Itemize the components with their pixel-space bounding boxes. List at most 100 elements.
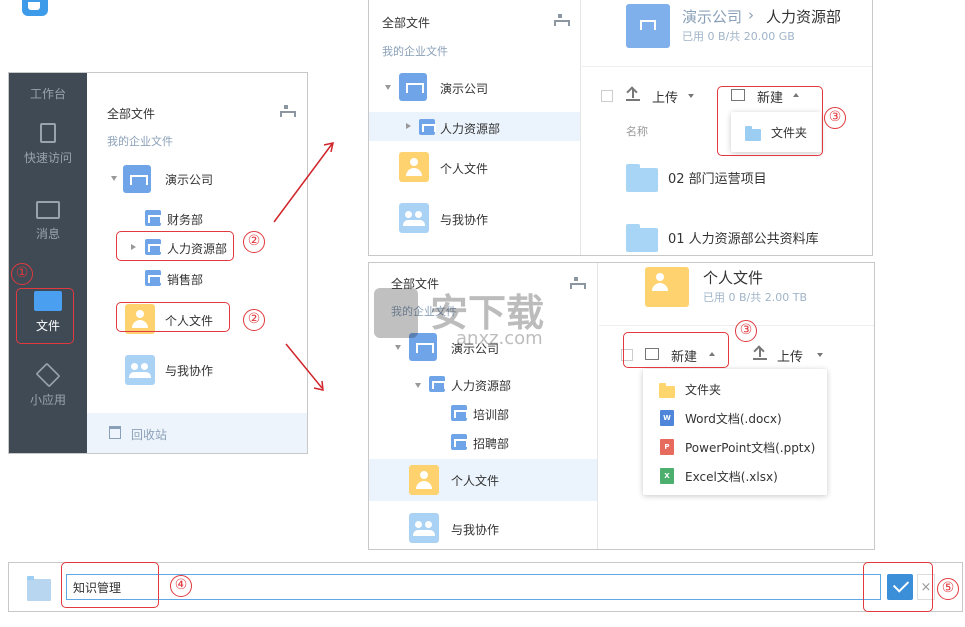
org-tree-icon[interactable] — [279, 105, 296, 117]
tree-item-recruit[interactable]: 招聘部 — [473, 435, 509, 452]
dept-icon — [419, 119, 436, 135]
step-2-badge: ② — [243, 231, 265, 253]
new-dropdown: 文件夹 W Word文档(.docx) P PowerPoint文档(.pptx… — [643, 369, 827, 495]
tree-item-sales[interactable]: 销售部 — [167, 271, 203, 288]
file-row[interactable]: 01 人力资源部公共资料库 — [626, 220, 866, 252]
upload-label: 上传 — [652, 91, 679, 106]
tree-item-personal[interactable]: 个人文件 — [440, 160, 488, 177]
highlight-box — [863, 562, 933, 612]
tree-item-company[interactable]: 演示公司 — [165, 171, 213, 188]
upload-icon — [753, 346, 767, 360]
breadcrumb-current: 人力资源部 — [766, 8, 842, 26]
message-icon — [36, 201, 60, 219]
dept-icon — [451, 434, 468, 450]
file-name: 01 人力资源部公共资料库 — [668, 232, 819, 247]
my-enterprise-label: 我的企业文件 — [382, 45, 448, 58]
menu-item-powerpoint[interactable]: P PowerPoint文档(.pptx) — [643, 433, 827, 461]
highlight-box — [116, 302, 230, 332]
upload-button[interactable]: 上传 — [626, 84, 706, 106]
personal-files-icon — [409, 465, 439, 495]
collapse-arrow-icon[interactable] — [385, 85, 391, 90]
excel-icon: X — [660, 468, 674, 484]
org-tree-icon[interactable] — [553, 14, 570, 26]
panel-sidebar-tree: 工作台 快速访问 消息 文件 小应用 全部文件 我的企业文件 演示公司 财务部 … — [8, 72, 308, 454]
step-3-badge: ③ — [824, 107, 846, 129]
collapse-arrow-icon[interactable] — [111, 176, 117, 181]
quick-access-icon — [40, 123, 56, 143]
sidebar-item-apps[interactable]: 小应用 — [9, 362, 87, 408]
menu-item-label: 文件夹 — [685, 383, 722, 397]
highlight-box — [116, 231, 234, 261]
folder-content: 个人文件 已用 0 B/共 2.00 TB 新建 上传 文件夹 W Word文档… — [599, 263, 874, 549]
dept-icon — [145, 210, 162, 226]
tree-item-company[interactable]: 演示公司 — [440, 80, 488, 97]
name-column-header[interactable]: 名称 — [626, 123, 648, 139]
quota-text: 已用 0 B/共 2.00 TB — [703, 291, 807, 304]
company-icon — [123, 165, 151, 193]
folder-icon — [27, 576, 51, 601]
folder-title: 个人文件 — [703, 269, 764, 287]
sidebar-item-workbench[interactable]: 工作台 — [9, 85, 87, 102]
tree-item-personal: 个人文件 — [451, 474, 500, 488]
tree-item-hr[interactable]: 人力资源部 — [451, 377, 511, 394]
collapse-arrow-icon[interactable] — [415, 383, 421, 388]
tree-item-selected[interactable]: 人力资源部 — [369, 112, 580, 141]
tree-item-finance[interactable]: 财务部 — [167, 211, 203, 228]
breadcrumb-root[interactable]: 演示公司 — [682, 6, 742, 27]
menu-item-excel[interactable]: X Excel文档(.xlsx) — [643, 462, 827, 490]
tree-item-shared[interactable]: 与我协作 — [440, 211, 488, 228]
step-3-badge: ③ — [735, 320, 757, 342]
all-files-label: 全部文件 — [107, 107, 156, 121]
recycle-bar[interactable]: 回收站 — [87, 413, 307, 453]
shared-icon — [409, 513, 439, 543]
step-5-badge: ⑤ — [937, 578, 959, 600]
highlight-box — [61, 562, 159, 608]
menu-item-folder[interactable]: 文件夹 — [643, 375, 827, 403]
sidebar-item-label: 快速访问 — [23, 151, 72, 165]
menu-item-label: Word文档(.docx) — [685, 412, 782, 426]
arrow-to-panel2 — [273, 142, 334, 223]
sidebar-item-label: 小应用 — [29, 393, 66, 407]
expand-arrow-icon[interactable] — [406, 123, 411, 129]
menu-item-word[interactable]: W Word文档(.docx) — [643, 404, 827, 432]
highlight-box — [623, 332, 729, 368]
arrow-to-panel3 — [285, 343, 324, 391]
sidebar-item-message[interactable]: 消息 — [9, 201, 87, 242]
my-enterprise-label: 我的企业文件 — [107, 135, 173, 148]
sidebar-item-label: 消息 — [35, 227, 60, 241]
step-1-badge: ① — [11, 263, 33, 285]
watermark-url: anxz.com — [456, 328, 543, 349]
dept-icon — [145, 270, 162, 286]
file-name: 02 部门运营项目 — [668, 172, 767, 187]
folder-icon — [626, 224, 658, 252]
select-all-checkbox[interactable] — [601, 90, 613, 102]
app-logo — [22, 0, 48, 16]
dept-icon — [451, 405, 468, 421]
upload-icon — [626, 87, 640, 101]
file-row[interactable]: 02 部门运营项目 — [626, 160, 866, 192]
menu-item-label: PowerPoint文档(.pptx) — [685, 441, 816, 455]
upload-label: 上传 — [777, 350, 804, 365]
tree-item-selected[interactable]: 个人文件 — [369, 459, 597, 501]
file-tree: 全部文件 我的企业文件 演示公司 财务部 人力资源部 销售部 个人文件 与我协作… — [87, 73, 307, 453]
menu-item-label: Excel文档(.xlsx) — [685, 470, 778, 484]
sidebar-item-label: 工作台 — [29, 87, 66, 101]
trash-icon — [109, 426, 121, 439]
tree-item-hr[interactable]: 人力资源部 — [440, 120, 500, 137]
caret-down-icon — [688, 94, 694, 98]
tree-item-training[interactable]: 培训部 — [473, 406, 509, 423]
powerpoint-icon: P — [660, 439, 674, 455]
recycle-label: 回收站 — [131, 428, 168, 442]
tree-item-shared[interactable]: 与我协作 — [165, 362, 213, 379]
hr-folder-icon — [626, 4, 670, 48]
apps-icon — [35, 362, 61, 388]
folder-icon — [659, 383, 675, 398]
word-icon: W — [660, 410, 674, 426]
personal-files-icon — [399, 152, 429, 182]
folder-icon — [626, 164, 658, 192]
tree-item-shared[interactable]: 与我协作 — [451, 521, 499, 538]
all-files-label: 全部文件 — [382, 16, 431, 30]
upload-button[interactable]: 上传 — [753, 343, 833, 365]
sidebar-item-quick-access[interactable]: 快速访问 — [9, 123, 87, 166]
step-4-badge: ④ — [170, 575, 192, 597]
